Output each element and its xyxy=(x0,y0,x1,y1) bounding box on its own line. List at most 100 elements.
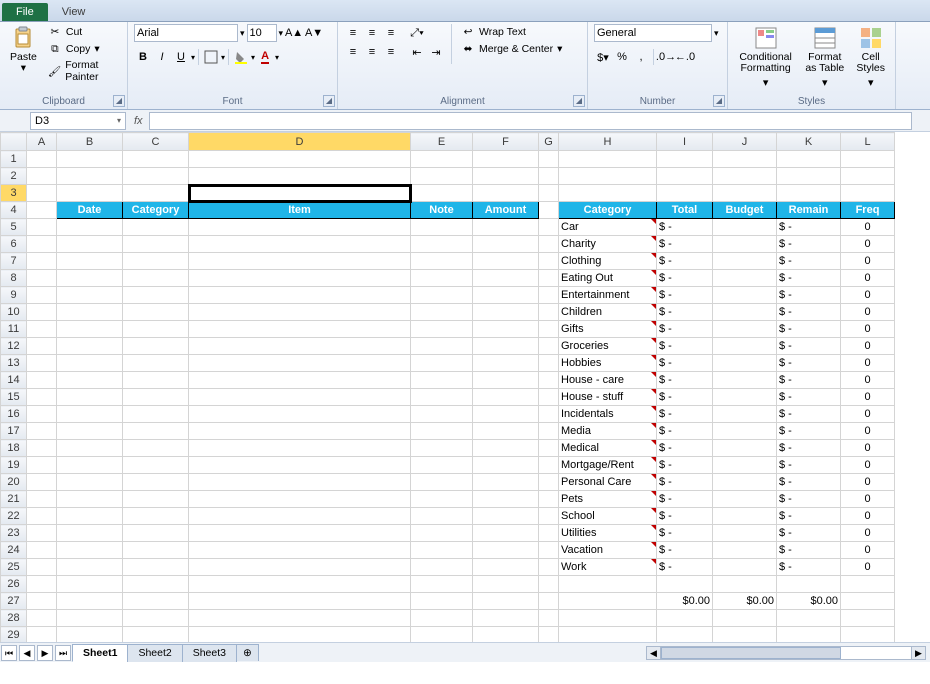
cell-G21[interactable] xyxy=(539,491,559,508)
cell-B26[interactable] xyxy=(57,576,123,593)
worksheet-grid[interactable]: ABCDEFGHIJKL1234DateCategoryItemNoteAmou… xyxy=(0,132,930,662)
cell-B16[interactable] xyxy=(57,406,123,423)
cell-H21[interactable]: Pets xyxy=(559,491,657,508)
row-header-6[interactable]: 6 xyxy=(1,236,27,253)
font-color-button[interactable]: A xyxy=(256,48,274,66)
fill-color-button[interactable] xyxy=(232,48,250,66)
cell-K23[interactable]: $ - xyxy=(777,525,841,542)
cell-E25[interactable] xyxy=(411,559,473,576)
cell-F11[interactable] xyxy=(473,321,539,338)
horizontal-scrollbar[interactable]: ◀▶ xyxy=(258,646,930,660)
underline-button[interactable]: U xyxy=(172,48,190,66)
cell-D24[interactable] xyxy=(189,542,411,559)
cell-K21[interactable]: $ - xyxy=(777,491,841,508)
cell-A28[interactable] xyxy=(27,610,57,627)
cell-E2[interactable] xyxy=(411,168,473,185)
cell-J11[interactable] xyxy=(713,321,777,338)
cell-I1[interactable] xyxy=(657,151,713,168)
cell-A24[interactable] xyxy=(27,542,57,559)
cell-G6[interactable] xyxy=(539,236,559,253)
row-header-26[interactable]: 26 xyxy=(1,576,27,593)
cell-A13[interactable] xyxy=(27,355,57,372)
cell-H14[interactable]: House - care xyxy=(559,372,657,389)
cell-H28[interactable] xyxy=(559,610,657,627)
cell-J26[interactable] xyxy=(713,576,777,593)
cell-B18[interactable] xyxy=(57,440,123,457)
cell-J14[interactable] xyxy=(713,372,777,389)
cell-D5[interactable] xyxy=(189,219,411,236)
cell-D2[interactable] xyxy=(189,168,411,185)
cell-A3[interactable] xyxy=(27,185,57,202)
cell-L7[interactable]: 0 xyxy=(841,253,895,270)
cell-D3[interactable] xyxy=(189,185,411,202)
cell-E23[interactable] xyxy=(411,525,473,542)
cell-C17[interactable] xyxy=(123,423,189,440)
cell-B28[interactable] xyxy=(57,610,123,627)
cell-F14[interactable] xyxy=(473,372,539,389)
col-header-B[interactable]: B xyxy=(57,133,123,151)
cell-E8[interactable] xyxy=(411,270,473,287)
cell-G19[interactable] xyxy=(539,457,559,474)
select-all-corner[interactable] xyxy=(1,133,27,151)
cell-K18[interactable]: $ - xyxy=(777,440,841,457)
cell-J24[interactable] xyxy=(713,542,777,559)
cell-A27[interactable] xyxy=(27,593,57,610)
col-header-D[interactable]: D xyxy=(189,133,411,151)
cell-A21[interactable] xyxy=(27,491,57,508)
cell-B7[interactable] xyxy=(57,253,123,270)
cell-F12[interactable] xyxy=(473,338,539,355)
cell-H20[interactable]: Personal Care xyxy=(559,474,657,491)
cell-G5[interactable] xyxy=(539,219,559,236)
cell-L27[interactable] xyxy=(841,593,895,610)
cell-A20[interactable] xyxy=(27,474,57,491)
cell-G17[interactable] xyxy=(539,423,559,440)
cell-I23[interactable]: $ - xyxy=(657,525,713,542)
cell-I20[interactable]: $ - xyxy=(657,474,713,491)
grow-font-button[interactable]: A▲ xyxy=(285,24,303,42)
cell-D8[interactable] xyxy=(189,270,411,287)
cell-G24[interactable] xyxy=(539,542,559,559)
cell-D21[interactable] xyxy=(189,491,411,508)
cell-J23[interactable] xyxy=(713,525,777,542)
cell-L13[interactable]: 0 xyxy=(841,355,895,372)
row-header-5[interactable]: 5 xyxy=(1,219,27,236)
cell-I19[interactable]: $ - xyxy=(657,457,713,474)
cell-I6[interactable]: $ - xyxy=(657,236,713,253)
cell-K8[interactable]: $ - xyxy=(777,270,841,287)
cell-A8[interactable] xyxy=(27,270,57,287)
row-header-14[interactable]: 14 xyxy=(1,372,27,389)
italic-button[interactable]: I xyxy=(153,48,171,66)
cell-G12[interactable] xyxy=(539,338,559,355)
bold-button[interactable]: B xyxy=(134,48,152,66)
cell-H5[interactable]: Car xyxy=(559,219,657,236)
cell-K3[interactable] xyxy=(777,185,841,202)
sheet-tab-sheet3[interactable]: Sheet3 xyxy=(182,644,237,662)
formula-input[interactable] xyxy=(149,112,912,130)
cell-L2[interactable] xyxy=(841,168,895,185)
cell-A18[interactable] xyxy=(27,440,57,457)
cell-A12[interactable] xyxy=(27,338,57,355)
cell-D7[interactable] xyxy=(189,253,411,270)
row-header-24[interactable]: 24 xyxy=(1,542,27,559)
cell-G3[interactable] xyxy=(539,185,559,202)
border-button[interactable] xyxy=(202,48,220,66)
cell-F21[interactable] xyxy=(473,491,539,508)
conditional-formatting-button[interactable]: Conditional Formatting ▾ xyxy=(734,24,797,91)
cell-K6[interactable]: $ - xyxy=(777,236,841,253)
cell-H8[interactable]: Eating Out xyxy=(559,270,657,287)
cell-C24[interactable] xyxy=(123,542,189,559)
cell-H22[interactable]: School xyxy=(559,508,657,525)
cell-L18[interactable]: 0 xyxy=(841,440,895,457)
cell-J16[interactable] xyxy=(713,406,777,423)
cell-F8[interactable] xyxy=(473,270,539,287)
cell-C9[interactable] xyxy=(123,287,189,304)
cell-B21[interactable] xyxy=(57,491,123,508)
cell-J5[interactable] xyxy=(713,219,777,236)
cell-D19[interactable] xyxy=(189,457,411,474)
cell-G4[interactable] xyxy=(539,202,559,219)
cell-I11[interactable]: $ - xyxy=(657,321,713,338)
cell-L15[interactable]: 0 xyxy=(841,389,895,406)
cell-A9[interactable] xyxy=(27,287,57,304)
cell-H6[interactable]: Charity xyxy=(559,236,657,253)
cell-F28[interactable] xyxy=(473,610,539,627)
